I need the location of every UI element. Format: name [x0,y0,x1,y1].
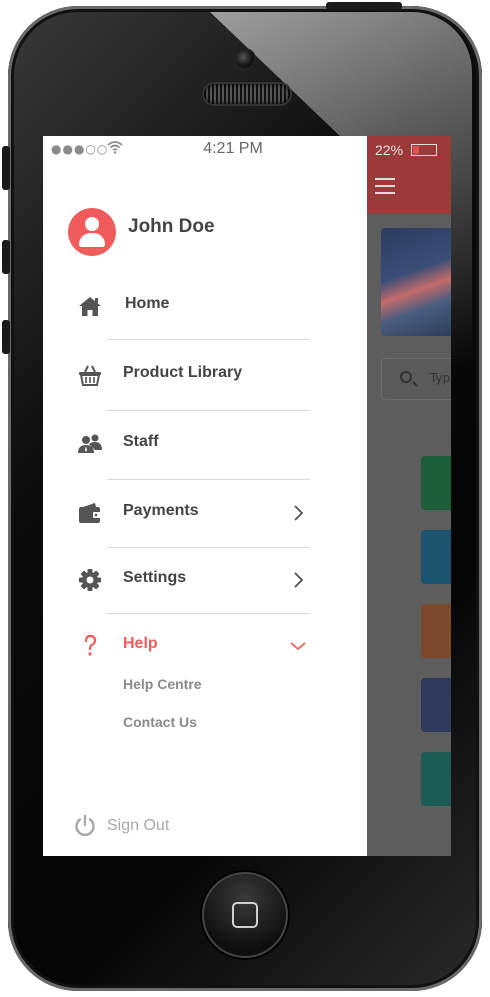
menu-item-product-library[interactable]: Product Library [43,355,367,395]
hamburger-menu-icon[interactable] [375,178,395,194]
menu-divider [107,339,310,340]
volume-down-button [2,320,10,354]
background-tile-chart[interactable] [421,604,451,658]
background-tile-cart[interactable] [421,456,451,510]
menu-divider [107,613,310,614]
search-placeholder: Typ [430,371,451,385]
chevron-down-icon [290,642,306,651]
menu-label-settings: Settings [123,569,187,586]
chevron-right-icon [294,505,304,521]
power-icon [75,814,95,837]
menu-label-product-library: Product Library [123,364,243,381]
background-tile-document[interactable] [421,530,451,584]
earpiece-speaker [204,84,290,104]
menu-divider [107,547,310,548]
sign-out-label: Sign Out [107,817,170,834]
home-square-icon [232,902,258,928]
wallet-icon [79,503,101,523]
background-banner-image [381,228,451,336]
basket-icon [79,365,101,386]
background-search-field[interactable]: Typ [381,358,451,400]
front-camera [236,50,254,68]
volume-up-button [2,240,10,274]
submenu-item-contact-us[interactable]: Contact Us [123,714,197,730]
home-hardware-button [202,872,288,958]
menu-item-settings[interactable]: Settings [43,560,367,600]
question-icon [84,634,97,656]
menu-label-home: Home [125,295,170,312]
menu-divider [107,479,310,480]
search-icon [400,371,412,383]
menu-item-payments[interactable]: Payments [43,493,367,533]
gear-icon [79,569,101,591]
menu-label-help: Help [123,635,158,652]
background-tile-user[interactable] [421,678,451,732]
menu-item-home[interactable]: Home [43,286,367,326]
background-tile-eye[interactable] [421,752,451,806]
power-hardware-button [326,2,402,10]
menu-item-staff[interactable]: Staff [43,424,367,464]
background-app: 22% Typ [367,136,451,856]
user-name: John Doe [128,216,215,237]
mute-switch [2,146,10,190]
navigation-drawer: ●●●○○ 4:21 PM John Doe Home Product Libr… [43,136,367,856]
user-avatar-icon[interactable] [68,208,116,256]
menu-item-help[interactable]: Help [43,626,367,666]
staff-icon [78,434,102,453]
home-icon [79,297,101,316]
menu-divider [107,410,310,411]
chevron-right-icon [294,572,304,588]
submenu-item-help-centre[interactable]: Help Centre [123,676,202,692]
menu-label-payments: Payments [123,502,199,519]
menu-label-staff: Staff [123,433,159,450]
sign-out-button[interactable]: Sign Out [73,814,213,840]
phone-screen: 22% Typ ●●●○○ 4:21 PM John Doe Home Prod… [43,136,451,856]
status-time: 4:21 PM [203,140,263,157]
